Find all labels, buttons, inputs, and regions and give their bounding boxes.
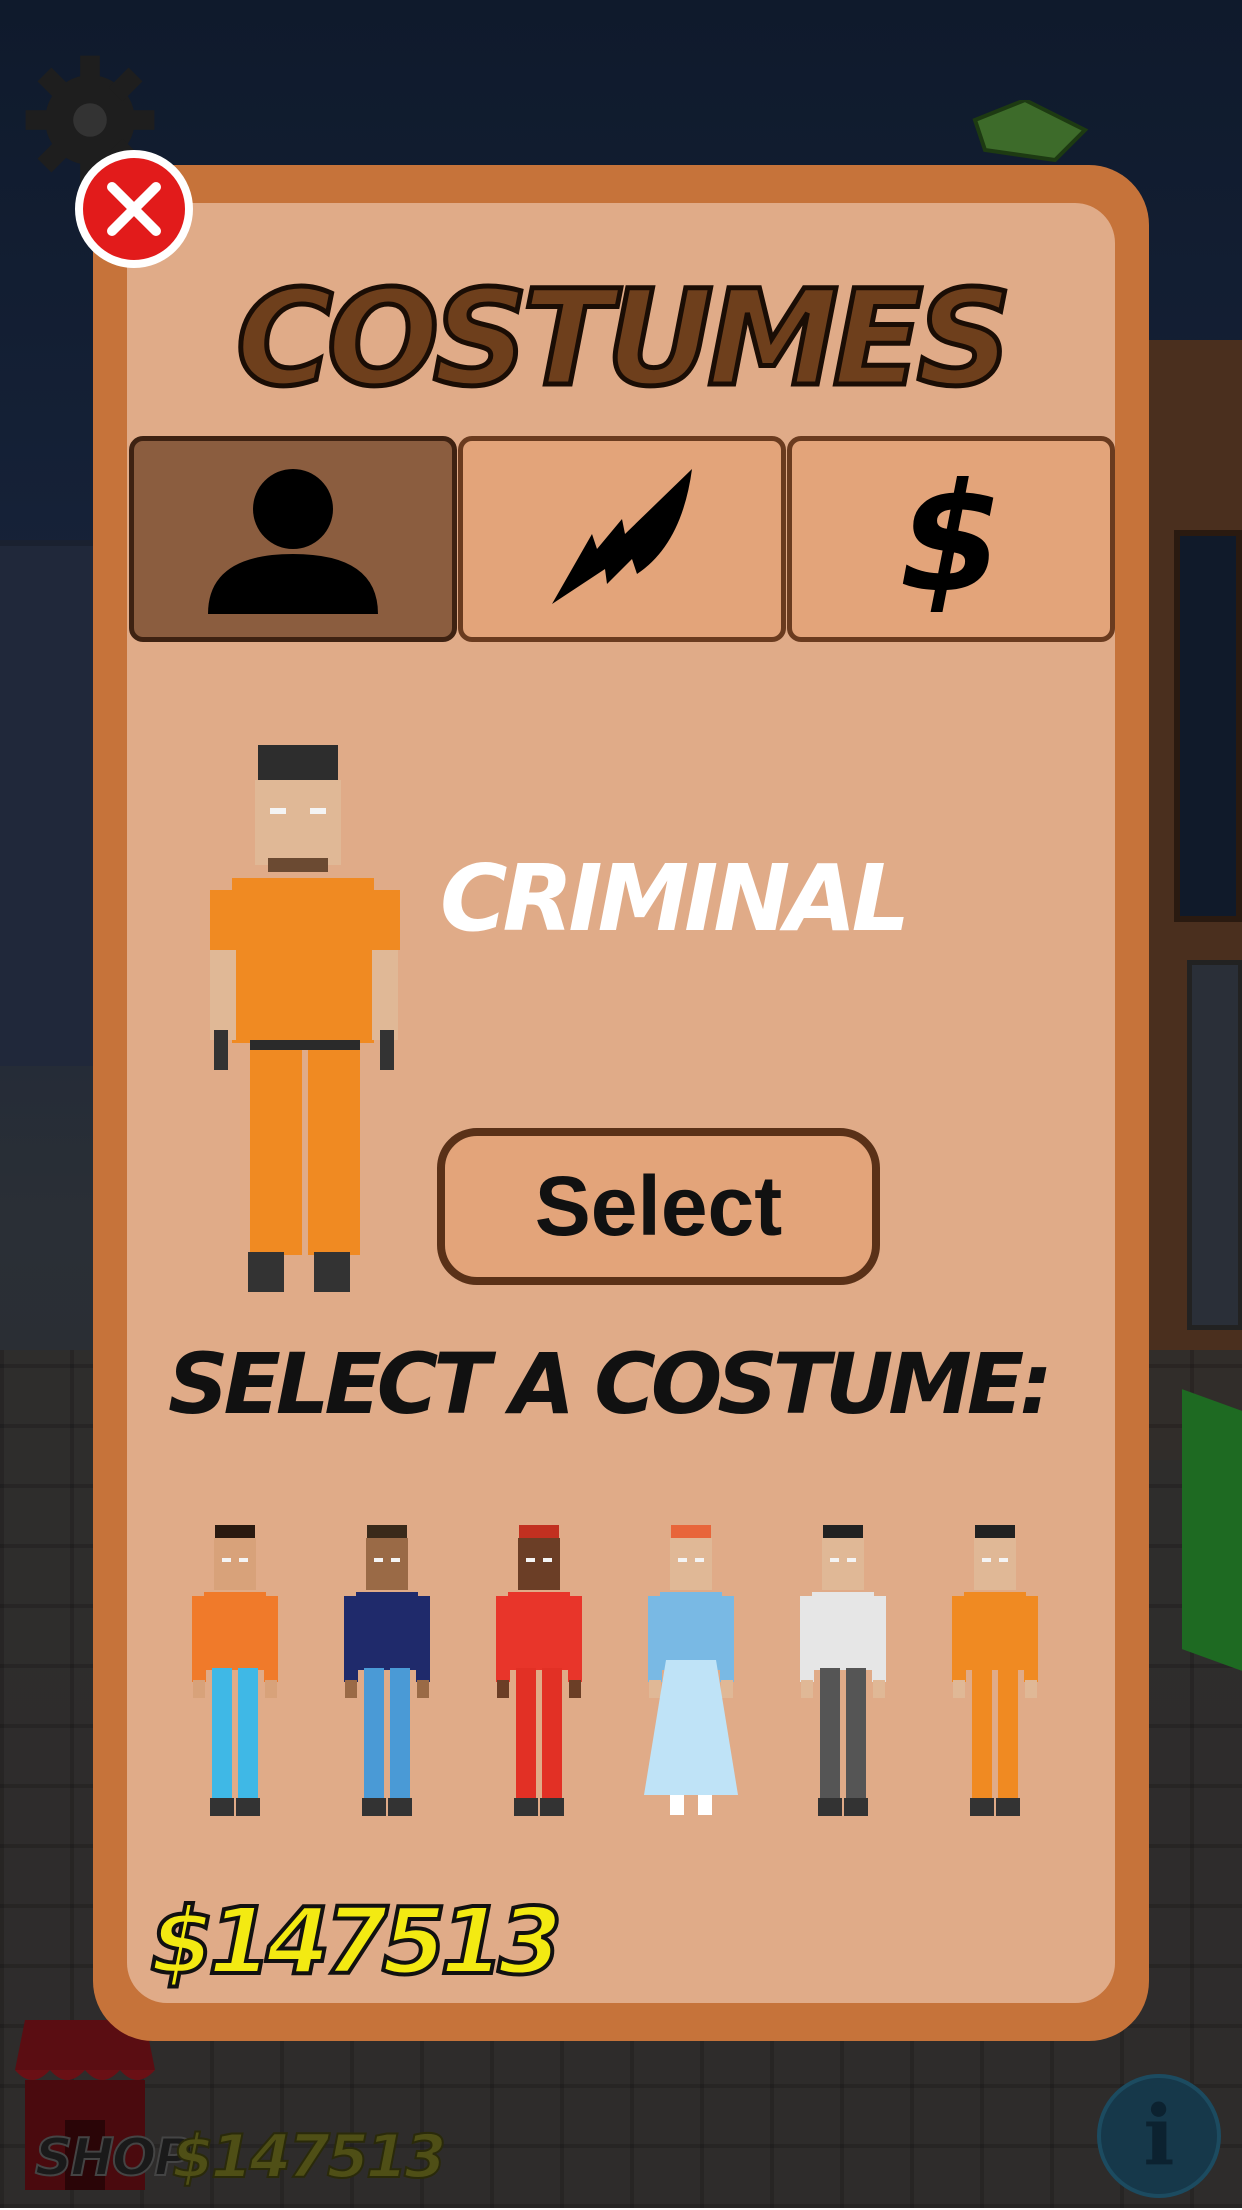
costume-scientist-icon[interactable] xyxy=(778,1510,908,1830)
building-window xyxy=(1187,960,1242,1330)
dollar-icon: $ xyxy=(898,452,1004,626)
costume-list xyxy=(170,1510,1050,1830)
close-button[interactable] xyxy=(75,150,193,268)
cash-stack-icon xyxy=(972,100,1089,163)
hud-money: $147513 xyxy=(171,2121,447,2193)
info-icon: i xyxy=(1143,2088,1175,2184)
costume-criminal-icon[interactable] xyxy=(930,1510,1060,1830)
grass-strip xyxy=(1182,1389,1242,1671)
costume-firefighter-icon[interactable] xyxy=(474,1510,604,1830)
costume-orange-shirt-icon[interactable] xyxy=(170,1510,300,1830)
background-building xyxy=(0,540,100,1066)
costume-name: CRIMINAL xyxy=(440,845,910,952)
costume-preview-character xyxy=(210,745,400,1292)
costume-list-heading: SELECT A COSTUME: xyxy=(168,1335,1053,1433)
select-button[interactable]: Select xyxy=(437,1128,880,1285)
tab-characters[interactable] xyxy=(129,436,457,642)
rocket-icon xyxy=(552,469,692,604)
tab-rocket[interactable] xyxy=(458,436,786,642)
tab-shop[interactable]: $ xyxy=(787,436,1115,642)
wallet-money: $147513 xyxy=(148,1886,564,1997)
close-icon xyxy=(107,182,161,236)
costume-blue-dress-icon[interactable] xyxy=(626,1510,756,1830)
shop-label[interactable]: SHOP xyxy=(34,2127,193,2189)
panel-title: COSTUMES xyxy=(234,260,1015,419)
building-window xyxy=(1174,530,1242,922)
info-button[interactable]: i xyxy=(1097,2074,1221,2198)
costume-navy-sweater-icon[interactable] xyxy=(322,1510,452,1830)
person-icon xyxy=(208,469,378,614)
